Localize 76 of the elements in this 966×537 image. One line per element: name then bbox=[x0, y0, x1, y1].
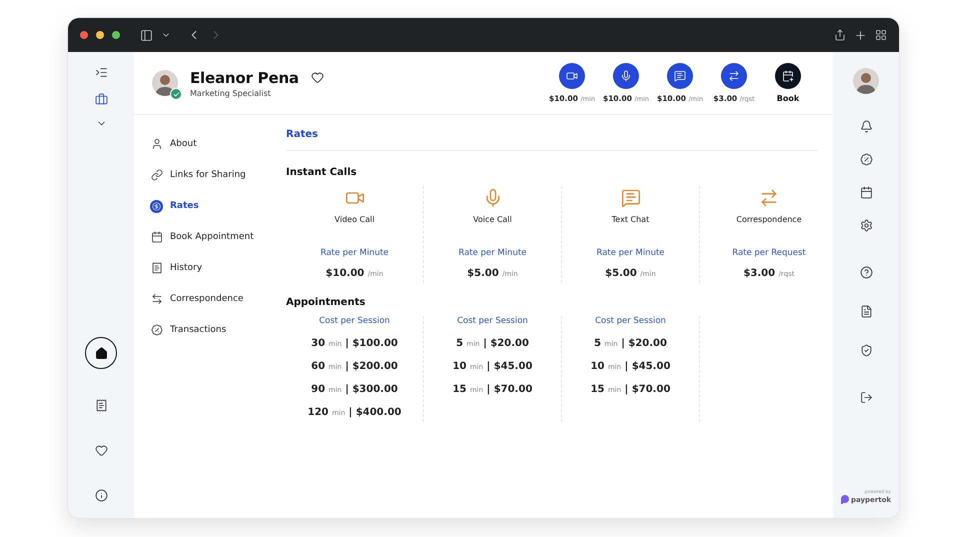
shield-icon bbox=[860, 344, 872, 357]
nav-label: Links for Sharing bbox=[170, 170, 246, 180]
heart-icon bbox=[310, 71, 324, 84]
bell-icon bbox=[860, 120, 872, 133]
nav-item[interactable]: Transactions bbox=[150, 321, 286, 339]
section-heading: Instant Calls bbox=[286, 167, 358, 178]
calendar-icon bbox=[860, 186, 872, 199]
cost-label: Cost per Session bbox=[319, 316, 390, 326]
nav-label: History bbox=[170, 263, 202, 273]
user-avatar bbox=[853, 68, 879, 94]
rate-label: Rate per Minute bbox=[320, 248, 389, 258]
service-name: Text Chat bbox=[612, 215, 650, 224]
service-name: Video Call bbox=[334, 215, 374, 224]
contact-button[interactable] bbox=[721, 63, 747, 89]
nav-label: Rates bbox=[170, 201, 199, 211]
document-icon bbox=[150, 262, 162, 274]
document-icon bbox=[860, 305, 872, 318]
profile-role: Marketing Specialist bbox=[190, 88, 272, 98]
contact-button[interactable] bbox=[667, 63, 693, 89]
service-name: Voice Call bbox=[473, 215, 512, 224]
info-icon bbox=[94, 489, 108, 502]
close-button[interactable] bbox=[80, 31, 88, 39]
microphone-icon bbox=[620, 70, 632, 82]
share-icon bbox=[834, 29, 846, 41]
brand-logo-icon bbox=[840, 495, 849, 504]
cost-label: Cost per Session bbox=[595, 316, 666, 326]
nav-label: Transactions bbox=[170, 325, 226, 335]
exchange-icon bbox=[150, 293, 162, 305]
maximize-button[interactable] bbox=[112, 31, 120, 39]
menu-icon bbox=[94, 66, 108, 79]
nav-item[interactable]: Rates bbox=[150, 197, 286, 215]
rate-label: Rate per Minute bbox=[458, 248, 527, 258]
dollar-icon bbox=[152, 202, 161, 210]
nav-item[interactable]: About bbox=[150, 135, 286, 153]
briefcase-icon bbox=[94, 93, 108, 106]
percent-icon bbox=[860, 153, 872, 166]
exchange-icon bbox=[759, 188, 779, 208]
document-icon bbox=[94, 399, 108, 412]
profile-name: Eleanor Pena bbox=[190, 68, 299, 86]
help-icon bbox=[860, 266, 872, 279]
minimize-button[interactable] bbox=[96, 31, 104, 39]
logout-icon bbox=[860, 391, 872, 404]
sidebar-icon bbox=[140, 28, 153, 42]
nav-item[interactable]: Book Appointment bbox=[150, 228, 286, 246]
percent-icon bbox=[150, 324, 162, 336]
section-heading: Appointments bbox=[286, 297, 366, 308]
calendar-icon bbox=[150, 231, 162, 243]
rate-label: Rate per Minute bbox=[596, 248, 665, 258]
nav-label: Correspondence bbox=[170, 294, 244, 304]
section-title: Rates bbox=[286, 129, 818, 151]
link-icon bbox=[150, 169, 162, 181]
nav-item[interactable]: Correspondence bbox=[150, 290, 286, 308]
book-button[interactable] bbox=[775, 63, 801, 89]
video-icon bbox=[566, 70, 578, 82]
settings-icon bbox=[860, 219, 872, 232]
plus-icon bbox=[854, 28, 867, 42]
book-label: Book bbox=[776, 94, 800, 103]
exchange-icon bbox=[728, 70, 740, 82]
nav-label: Book Appointment bbox=[170, 232, 254, 242]
person-icon bbox=[150, 138, 162, 150]
contact-button[interactable] bbox=[613, 63, 639, 89]
contact-button[interactable] bbox=[559, 63, 585, 89]
home-icon bbox=[94, 346, 108, 360]
nav-item[interactable]: History bbox=[150, 259, 286, 277]
chat-icon bbox=[620, 188, 640, 208]
profile-avatar bbox=[152, 70, 178, 96]
calendar-plus-icon bbox=[782, 70, 794, 82]
rate-label: Rate per Request bbox=[732, 248, 806, 258]
home-button[interactable] bbox=[85, 337, 117, 369]
service-name: Correspondence bbox=[736, 215, 802, 224]
nav-item[interactable]: Links for Sharing bbox=[150, 166, 286, 184]
chat-icon bbox=[674, 70, 686, 82]
grid-icon bbox=[875, 29, 887, 41]
nav-label: About bbox=[170, 139, 197, 149]
cost-label: Cost per Session bbox=[457, 316, 528, 326]
heart-icon bbox=[94, 444, 108, 457]
